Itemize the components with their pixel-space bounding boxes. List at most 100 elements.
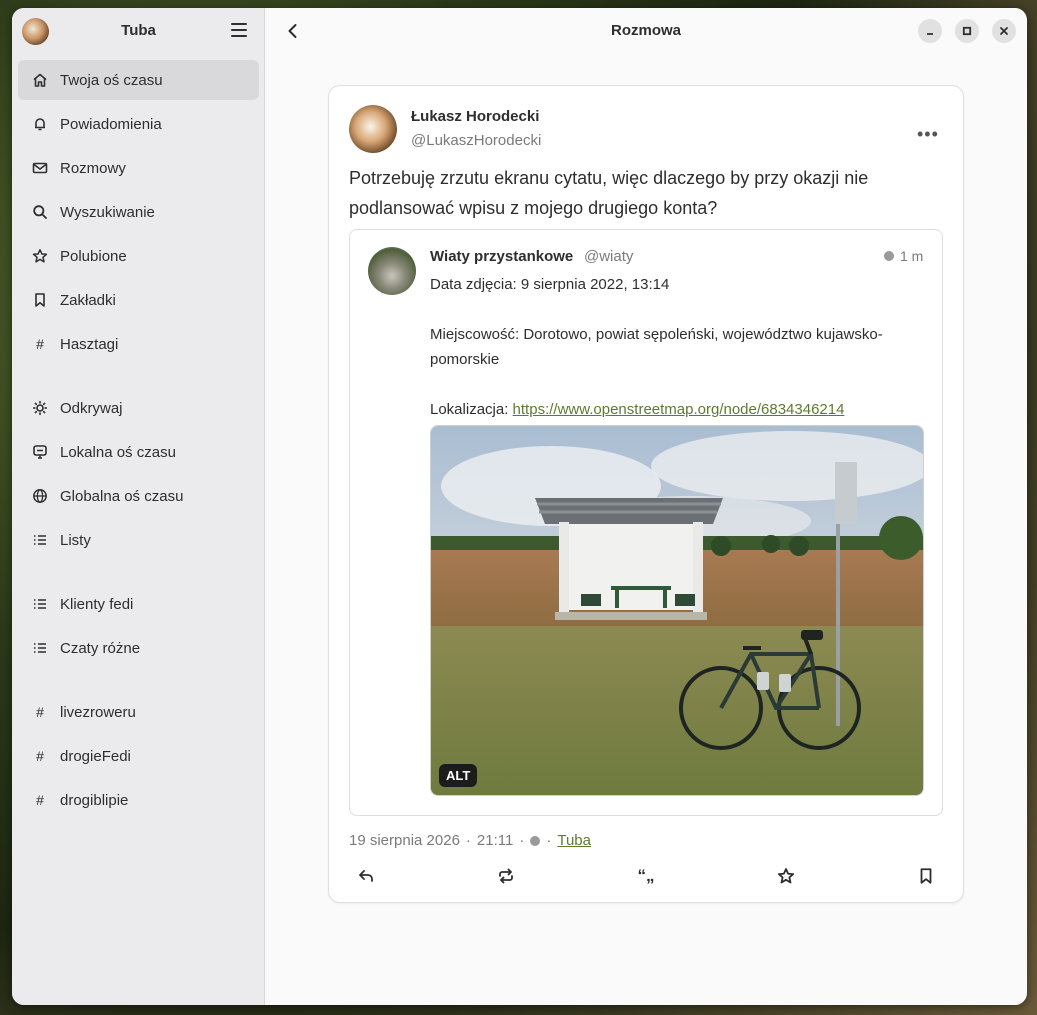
sidebar-item-label: Wyszukiwanie (60, 203, 155, 221)
sidebar: Tuba Twoja oś czasu Powiadomienia Rozmow… (12, 8, 265, 1005)
reply-button[interactable] (356, 866, 376, 886)
maximize-icon (962, 26, 972, 36)
sidebar-item-hashtag-drogiefedi[interactable]: # drogieFedi (18, 736, 259, 776)
quoted-author-avatar[interactable] (368, 247, 416, 295)
quoted-post-line: Miejscowość: Dorotowo, powiat sępoleński… (430, 326, 883, 368)
sidebar-item-label: drogiblipie (60, 791, 129, 809)
quoted-author-name[interactable]: Wiaty przystankowe (430, 248, 573, 265)
post-card: Łukasz Horodecki @LukaszHorodecki ••• Po… (328, 85, 964, 903)
sidebar-item-label: Rozmowy (60, 159, 126, 177)
meta-separator: · (465, 832, 471, 849)
sidebar-item-label: Listy (60, 531, 91, 549)
sidebar-item-lists[interactable]: Listy (18, 520, 259, 560)
minimize-icon (927, 33, 933, 35)
public-visibility-icon (884, 251, 894, 261)
quoted-post-meta: 1 m (884, 248, 923, 264)
sidebar-item-label: drogieFedi (60, 747, 131, 765)
author-avatar[interactable] (349, 105, 397, 153)
quoted-post-time: 1 m (900, 248, 924, 264)
hashtag-icon: # (36, 704, 44, 720)
sidebar-item-hashtag-drogiblipie[interactable]: # drogiblipie (18, 780, 259, 820)
sidebar-item-global-timeline[interactable]: Globalna oś czasu (18, 476, 259, 516)
maximize-button[interactable] (955, 19, 979, 43)
sidebar-item-notifications[interactable]: Powiadomienia (18, 104, 259, 144)
author-handle[interactable]: @LukaszHorodecki (411, 132, 541, 149)
sidebar-item-label: Polubione (60, 247, 127, 265)
sidebar-item-local-timeline[interactable]: Lokalna oś czasu (18, 432, 259, 472)
bookmark-button[interactable] (916, 866, 936, 886)
app-window: Tuba Twoja oś czasu Powiadomienia Rozmow… (12, 8, 1027, 1005)
close-icon (1000, 27, 1008, 35)
quoted-author-handle[interactable]: @wiaty (584, 248, 633, 265)
sidebar-item-label: Globalna oś czasu (60, 487, 184, 505)
sidebar-item-label: Zakładki (60, 291, 116, 309)
sidebar-item-hashtags[interactable]: # Hasztagi (18, 324, 259, 364)
hashtag-icon: # (36, 336, 44, 352)
local-timeline-icon (32, 444, 48, 460)
osm-link[interactable]: https://www.openstreetmap.org/node/68343… (513, 401, 845, 418)
bus-shelter-photo (431, 426, 923, 795)
attached-photo[interactable]: ALT (430, 425, 924, 796)
mail-icon (32, 160, 48, 176)
quoted-post-line: Lokalizacja: https://www.openstreetmap.o… (430, 397, 925, 422)
post-meta: 19 sierpnia 2026 · 21:11 · · Tuba (349, 832, 591, 849)
minimize-button[interactable] (918, 19, 942, 43)
sidebar-item-label: Lokalna oś czasu (60, 443, 176, 461)
sidebar-item-search[interactable]: Wyszukiwanie (18, 192, 259, 232)
app-title: Tuba (121, 22, 156, 39)
hashtag-icon: # (36, 792, 44, 808)
post-time: 21:11 (476, 832, 514, 849)
more-options-icon[interactable]: ••• (917, 124, 939, 145)
star-icon (777, 868, 795, 884)
home-icon (32, 72, 48, 88)
sidebar-item-label: Odkrywaj (60, 399, 123, 417)
quoted-post[interactable]: Wiaty przystankowe @wiaty 1 m Data zdjęc… (349, 229, 943, 816)
favourite-button[interactable] (776, 866, 796, 886)
sidebar-item-label: Czaty różne (60, 639, 141, 657)
hashtag-icon: # (36, 748, 44, 764)
quoted-post-line: Data zdjęcia: 9 sierpnia 2022, 13:14 (430, 276, 670, 293)
quoted-post-body: Data zdjęcia: 9 sierpnia 2022, 13:14 Mie… (430, 272, 925, 422)
meta-separator: · (546, 832, 552, 849)
client-link[interactable]: Tuba (557, 832, 591, 849)
main-header: Rozmowa (265, 8, 1027, 54)
author-name[interactable]: Łukasz Horodecki (411, 108, 539, 125)
boost-button[interactable] (496, 866, 516, 886)
sidebar-item-favourites[interactable]: Polubione (18, 236, 259, 276)
sidebar-item-label: Klienty fedi (60, 595, 134, 613)
list-icon (32, 596, 48, 612)
sidebar-item-conversations[interactable]: Rozmowy (18, 148, 259, 188)
close-button[interactable] (992, 19, 1016, 43)
sidebar-item-explore[interactable]: Odkrywaj (18, 388, 259, 428)
sidebar-item-home[interactable]: Twoja oś czasu (18, 60, 259, 100)
search-icon (32, 204, 48, 220)
post-actions: “„ (349, 866, 945, 890)
public-visibility-icon (530, 835, 541, 846)
sidebar-item-label: Hasztagi (60, 335, 119, 353)
quote-icon[interactable]: “„ (636, 866, 656, 886)
list-icon (32, 532, 48, 548)
sidebar-item-label: Powiadomienia (60, 115, 162, 133)
star-icon (32, 248, 48, 264)
page-title: Rozmowa (610, 22, 681, 39)
sidebar-item-list-chats[interactable]: Czaty różne (18, 628, 259, 668)
sidebar-item-hashtag-livezroweru[interactable]: # livezroweru (18, 692, 259, 732)
post-text: Potrzebuję zrzutu ekranu cytatu, więc dl… (349, 168, 869, 218)
boost-icon (499, 868, 513, 884)
sidebar-item-bookmarks[interactable]: Zakładki (18, 280, 259, 320)
post-date: 19 sierpnia 2026 (349, 832, 460, 849)
sidebar-item-list-fedi-clients[interactable]: Klienty fedi (18, 584, 259, 624)
sidebar-header: Tuba (12, 8, 265, 54)
globe-icon (32, 488, 48, 504)
location-label: Lokalizacja: (430, 401, 513, 418)
reply-icon (359, 870, 373, 882)
hamburger-menu-icon[interactable] (231, 23, 247, 37)
explore-icon (32, 400, 48, 416)
bell-icon (32, 116, 48, 132)
bookmark-icon (920, 868, 932, 884)
sidebar-item-label: livezroweru (60, 703, 136, 721)
sidebar-item-label: Twoja oś czasu (60, 71, 163, 89)
meta-separator: · (519, 832, 525, 849)
bookmark-icon (32, 292, 48, 308)
alt-text-button[interactable]: ALT (439, 764, 478, 787)
